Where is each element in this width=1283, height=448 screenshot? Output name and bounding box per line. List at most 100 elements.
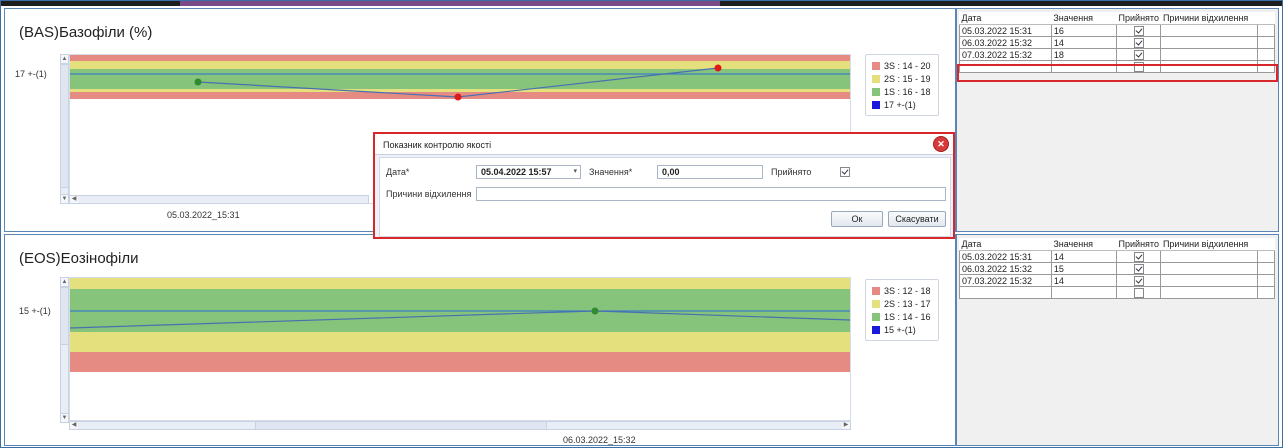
table-row[interactable]: 06.03.2022 15:32 14: [959, 36, 1275, 49]
date-value: 05.04.2022 15:57: [481, 167, 552, 177]
legend-swatch: [872, 87, 880, 96]
accepted-checkbox[interactable]: [1133, 275, 1144, 286]
chart-legend: 3S : 14 - 20 2S : 15 - 19 1S : 16 - 18 1…: [865, 54, 939, 116]
table-row[interactable]: 07.03.2022 15:32 18: [959, 48, 1275, 61]
cell-value[interactable]: 14: [1050, 36, 1118, 49]
scroll-up-icon[interactable]: ▲: [61, 55, 68, 64]
legend-item: 3S : 12 - 18: [872, 284, 932, 297]
cell-reason[interactable]: [1160, 250, 1259, 263]
column-header-value[interactable]: Значення: [1051, 238, 1117, 251]
cancel-button[interactable]: Скасувати: [888, 211, 946, 227]
x-tick-label: 05.03.2022_15:31: [167, 210, 240, 220]
cell-date[interactable]: 06.03.2022 15:32: [959, 262, 1052, 275]
value-label: Значення*: [589, 167, 633, 177]
cell-date[interactable]: 05.03.2022 15:31: [959, 250, 1052, 263]
legend-item: 3S : 14 - 20: [872, 59, 932, 72]
legend-label: 2S : 15 - 19: [884, 73, 931, 84]
scroll-down-icon[interactable]: ▼: [61, 413, 68, 422]
cell-date[interactable]: 05.03.2022 15:31: [959, 24, 1052, 37]
scroll-thumb[interactable]: [61, 64, 68, 188]
legend-swatch: [872, 61, 880, 70]
legend-swatch: [872, 312, 880, 321]
cell-date[interactable]: 07.03.2022 15:32: [959, 274, 1052, 287]
cell-reason[interactable]: [1160, 286, 1259, 299]
legend-swatch: [872, 74, 880, 83]
date-label: Дата*: [386, 167, 410, 177]
cell-reason[interactable]: [1160, 24, 1259, 37]
reason-label: Причини відхилення: [386, 189, 472, 199]
accepted-checkbox[interactable]: [1133, 251, 1144, 262]
results-table: Дата Значення Прийнято Причини відхиленн…: [959, 238, 1275, 299]
ok-button[interactable]: Ок: [831, 211, 883, 227]
column-header-date[interactable]: Дата: [959, 12, 1052, 25]
eos-chart-panel: (EOS)Еозінофіли 15 +-(1) ▲ ▼ ◀ ▶ 06.03.2…: [4, 234, 956, 446]
data-point: [714, 64, 722, 72]
cell-value[interactable]: 14: [1050, 274, 1118, 287]
scroll-left-icon[interactable]: ◀: [70, 196, 78, 203]
accepted-checkbox[interactable]: [840, 167, 850, 177]
legend-swatch: [872, 100, 880, 109]
value-input[interactable]: 0,00: [657, 165, 763, 179]
band-3s: [70, 55, 850, 61]
scroll-left-icon[interactable]: ◀: [70, 422, 78, 429]
cell-reason[interactable]: [1160, 274, 1259, 287]
band-2s: [70, 278, 850, 289]
bas-results-panel: Дата Значення Прийнято Причини відхиленн…: [956, 8, 1279, 232]
new-row-highlight: [957, 64, 1278, 82]
column-header-value[interactable]: Значення: [1051, 12, 1117, 25]
data-point: [591, 307, 599, 315]
table-row[interactable]: 05.03.2022 15:31 16: [959, 24, 1275, 37]
chevron-down-icon[interactable]: ▾: [573, 167, 577, 175]
scroll-right-icon[interactable]: ▶: [842, 422, 850, 429]
column-header-reason[interactable]: Причини відхилення: [1160, 238, 1258, 251]
column-header-date[interactable]: Дата: [959, 238, 1052, 251]
table-row[interactable]: 06.03.2022 15:32 15: [959, 262, 1275, 275]
close-icon[interactable]: ✕: [934, 137, 948, 151]
table-row[interactable]: 05.03.2022 15:31 14: [959, 250, 1275, 263]
cell-date[interactable]: [959, 286, 1052, 299]
cell-value[interactable]: [1050, 286, 1118, 299]
dialog-header: Показник контролю якості ✕: [375, 134, 953, 155]
band-2s-lower: [70, 332, 850, 352]
scroll-up-icon[interactable]: ▲: [61, 278, 68, 287]
cell-date[interactable]: 07.03.2022 15:32: [959, 48, 1052, 61]
accepted-label: Прийнято: [771, 167, 812, 177]
legend-label: 1S : 16 - 18: [884, 86, 931, 97]
accepted-checkbox[interactable]: [1133, 37, 1144, 48]
scroll-thumb[interactable]: [255, 422, 547, 429]
vertical-scrollbar[interactable]: ▲ ▼: [60, 54, 69, 204]
reason-input[interactable]: [476, 187, 946, 201]
band-3s-lower: [70, 352, 850, 372]
horizontal-scrollbar[interactable]: ◀: [69, 195, 369, 204]
accepted-checkbox[interactable]: [1133, 25, 1144, 36]
cell-reason[interactable]: [1160, 262, 1259, 275]
table-row[interactable]: 07.03.2022 15:32 14: [959, 274, 1275, 287]
accepted-checkbox[interactable]: [1133, 263, 1144, 274]
cell-value[interactable]: 18: [1050, 48, 1118, 61]
eos-results-panel: Дата Значення Прийнято Причини відхиленн…: [956, 234, 1279, 446]
table-row-new[interactable]: [959, 286, 1275, 299]
scroll-thumb[interactable]: [61, 287, 68, 345]
cell-reason[interactable]: [1160, 36, 1259, 49]
legend-swatch: [872, 325, 880, 334]
y-tick-label: 15 +-(1): [19, 306, 51, 316]
legend-label: 15 +-(1): [884, 324, 916, 335]
column-header-reason[interactable]: Причини відхилення: [1160, 12, 1258, 25]
column-header-accepted[interactable]: Прийнято: [1116, 238, 1161, 251]
legend-item: 2S : 15 - 19: [872, 72, 932, 85]
cell-date[interactable]: 06.03.2022 15:32: [959, 36, 1052, 49]
cell-reason[interactable]: [1160, 48, 1259, 61]
cell-value[interactable]: 15: [1050, 262, 1118, 275]
vertical-scrollbar[interactable]: ▲ ▼: [60, 277, 69, 423]
dialog-title: Показник контролю якості: [383, 140, 492, 150]
horizontal-scrollbar[interactable]: ◀ ▶: [69, 421, 851, 430]
date-picker[interactable]: 05.04.2022 15:57 ▾: [476, 165, 581, 179]
accepted-checkbox[interactable]: [1133, 49, 1144, 60]
column-header-accepted[interactable]: Прийнято: [1116, 12, 1161, 25]
scroll-down-icon[interactable]: ▼: [61, 194, 68, 203]
chart-legend: 3S : 12 - 18 2S : 13 - 17 1S : 14 - 16 1…: [865, 279, 939, 341]
accepted-checkbox[interactable]: [1133, 287, 1144, 298]
cell-value[interactable]: 14: [1050, 250, 1118, 263]
chart-svg: [70, 278, 850, 372]
cell-value[interactable]: 16: [1050, 24, 1118, 37]
